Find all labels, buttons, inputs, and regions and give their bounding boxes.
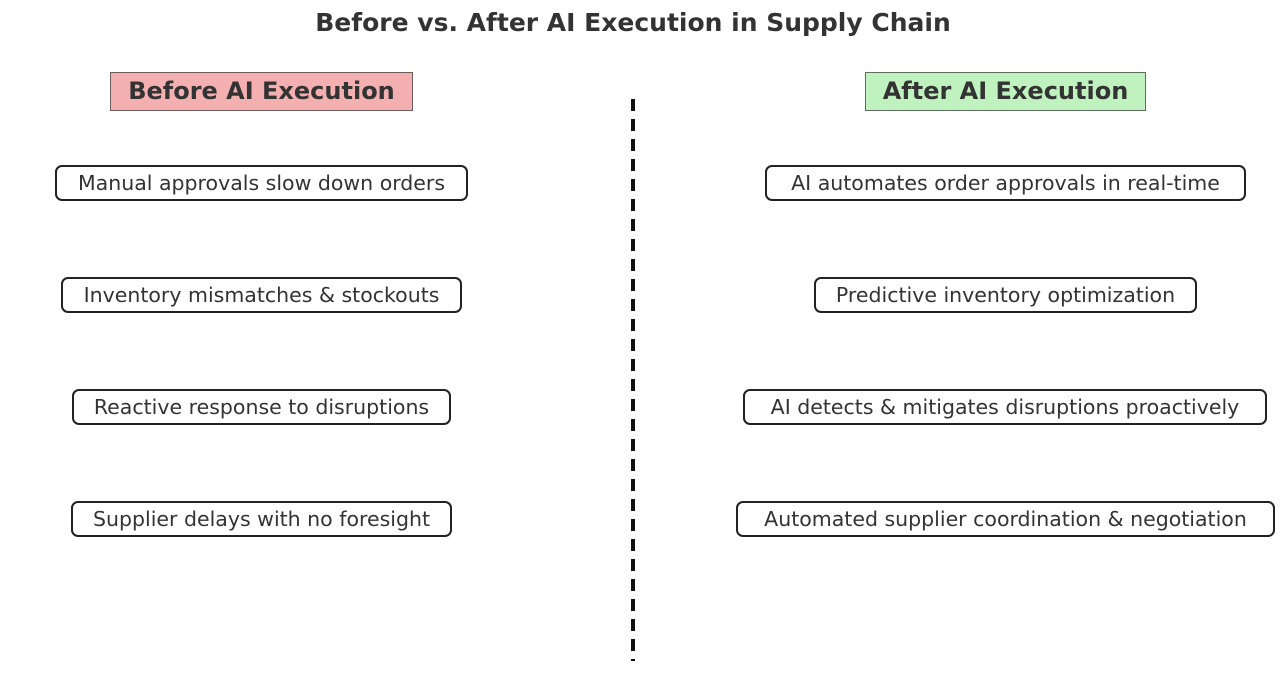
before-item: Manual approvals slow down orders: [55, 165, 468, 201]
after-header: After AI Execution: [865, 72, 1146, 111]
before-item: Inventory mismatches & stockouts: [61, 277, 462, 313]
before-header: Before AI Execution: [110, 72, 413, 111]
after-item: AI automates order approvals in real-tim…: [765, 165, 1246, 201]
after-item: Predictive inventory optimization: [814, 277, 1197, 313]
after-item: AI detects & mitigates disruptions proac…: [743, 389, 1267, 425]
after-item: Automated supplier coordination & negoti…: [736, 501, 1275, 537]
column-divider: [631, 99, 635, 661]
before-item: Supplier delays with no foresight: [71, 501, 452, 537]
diagram-title: Before vs. After AI Execution in Supply …: [315, 8, 951, 37]
before-item: Reactive response to disruptions: [72, 389, 451, 425]
